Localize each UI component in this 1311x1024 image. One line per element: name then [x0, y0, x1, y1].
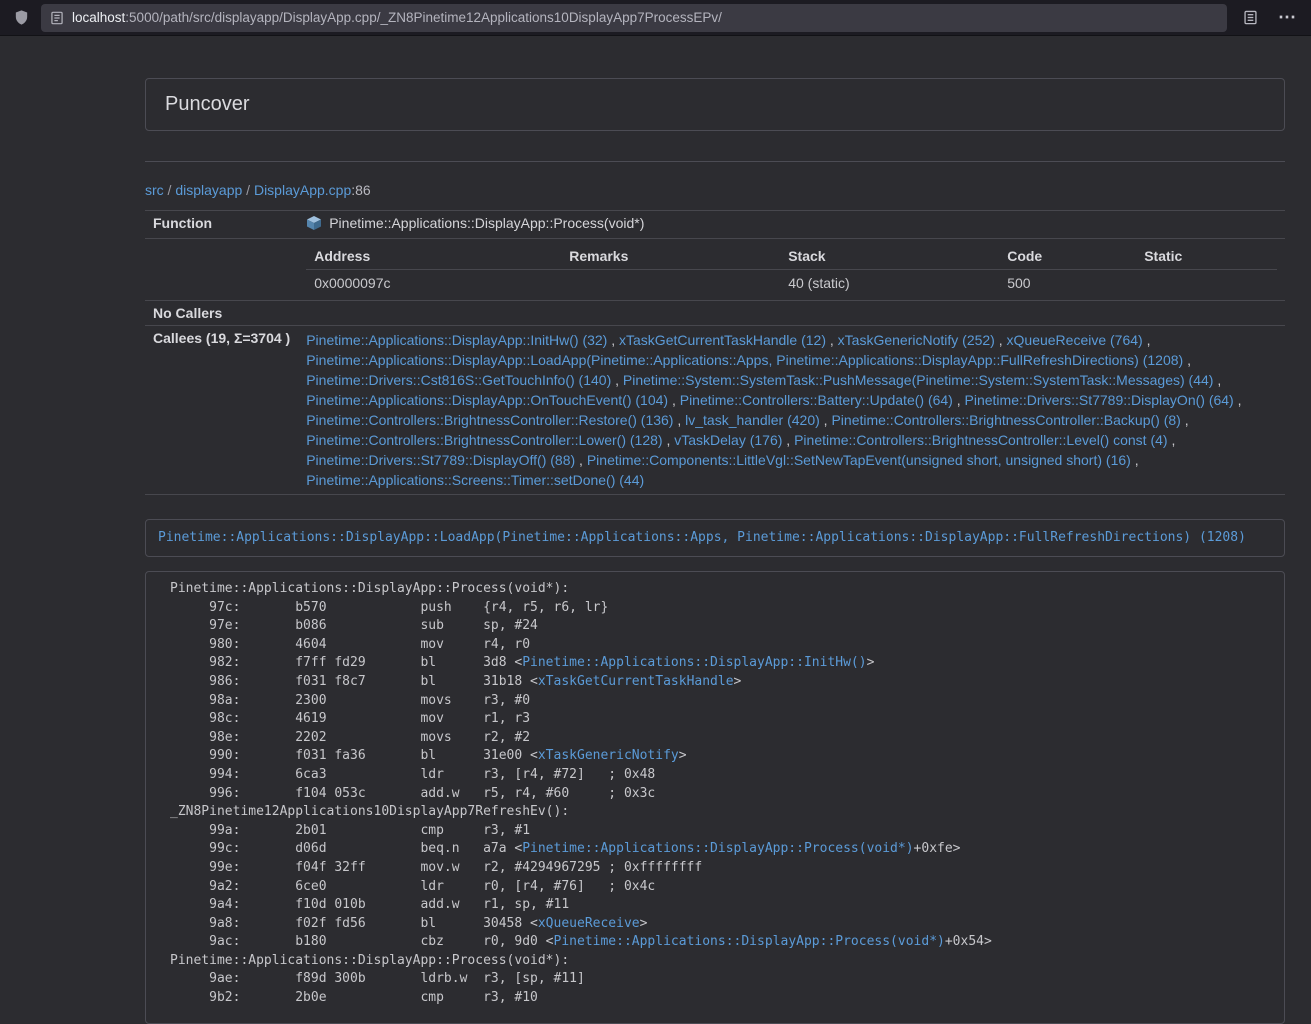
metrics-row: Address Remarks Stack Code Static 0x0000… — [145, 239, 1285, 301]
disassembly-panel: Pinetime::Applications::DisplayApp::Proc… — [145, 571, 1285, 1024]
source-line-number: :86 — [351, 182, 370, 198]
callee-link[interactable]: Pinetime::Applications::DisplayApp::Init… — [306, 332, 607, 348]
assembly-code: Pinetime::Applications::DisplayApp::Proc… — [170, 580, 1260, 1008]
no-callers-cell — [298, 301, 1285, 326]
symbol-table: Function Pinetime::Applications::Display… — [145, 210, 1285, 495]
column-stack: Stack — [780, 243, 999, 270]
column-remarks: Remarks — [561, 243, 780, 270]
breadcrumb-separator: / — [164, 182, 176, 198]
metrics-header-row: Address Remarks Stack Code Static — [306, 243, 1277, 270]
metrics-table: Address Remarks Stack Code Static 0x0000… — [306, 243, 1277, 296]
no-callers-row: No Callers — [145, 301, 1285, 326]
callee-link[interactable]: Pinetime::Drivers::St7789::DisplayOn() (… — [965, 392, 1234, 408]
function-type-icon — [306, 215, 322, 234]
callee-link[interactable]: Pinetime::Applications::DisplayApp::Load… — [306, 352, 1183, 368]
symbol-link[interactable]: Pinetime::Applications::DisplayApp::Proc… — [522, 841, 913, 856]
page-info-icon[interactable] — [50, 11, 64, 25]
function-label: Function — [145, 211, 298, 239]
column-address: Address — [306, 243, 561, 270]
callee-link[interactable]: Pinetime::Controllers::Battery::Update()… — [680, 392, 953, 408]
reader-view-icon[interactable] — [1236, 5, 1264, 31]
main-content: Puncover src / displayapp / DisplayApp.c… — [145, 78, 1285, 1024]
app-header-panel: Puncover — [145, 78, 1285, 131]
callee-link[interactable]: vTaskDelay (176) — [674, 432, 782, 448]
callee-link[interactable]: Pinetime::Applications::DisplayApp::OnTo… — [306, 392, 668, 408]
callee-link[interactable]: Pinetime::Controllers::BrightnessControl… — [831, 412, 1180, 428]
no-callers-label: No Callers — [145, 301, 298, 326]
callee-link[interactable]: Pinetime::Controllers::BrightnessControl… — [306, 432, 662, 448]
callee-link[interactable]: xTaskGetCurrentTaskHandle (12) — [619, 332, 826, 348]
url-bar[interactable]: localhost:5000/path/src/displayapp/Displ… — [41, 4, 1227, 32]
static-value — [1136, 270, 1277, 297]
browser-toolbar: localhost:5000/path/src/displayapp/Displ… — [0, 0, 1311, 36]
function-row: Function Pinetime::Applications::Display… — [145, 211, 1285, 239]
more-menu-icon[interactable]: ⋯ — [1273, 5, 1301, 31]
breadcrumb-link[interactable]: DisplayApp.cpp — [254, 182, 351, 198]
symbol-link[interactable]: Pinetime::Applications::DisplayApp::Proc… — [554, 934, 945, 949]
callee-link[interactable]: Pinetime::Drivers::Cst816S::GetTouchInfo… — [306, 372, 611, 388]
empty-label-cell — [145, 239, 298, 301]
symbol-link[interactable]: xQueueReceive — [538, 916, 640, 931]
callee-link[interactable]: xTaskGenericNotify (252) — [838, 332, 995, 348]
metrics-values-row: 0x0000097c 40 (static) 500 — [306, 270, 1277, 297]
breadcrumb-separator: / — [242, 182, 254, 198]
callee-link[interactable]: xQueueReceive (764) — [1007, 332, 1143, 348]
code-value: 500 — [999, 270, 1136, 297]
function-name-cell: Pinetime::Applications::DisplayApp::Proc… — [298, 211, 1285, 239]
function-name: Pinetime::Applications::DisplayApp::Proc… — [329, 215, 644, 231]
url-text: localhost:5000/path/src/displayapp/Displ… — [72, 10, 722, 25]
tracking-shield-icon[interactable] — [10, 7, 32, 29]
callee-link[interactable]: Pinetime::System::SystemTask::PushMessag… — [623, 372, 1214, 388]
code-header-link[interactable]: Pinetime::Applications::DisplayApp::Load… — [158, 530, 1246, 545]
remarks-value — [561, 270, 780, 297]
breadcrumb-link[interactable]: src — [145, 182, 164, 198]
callee-link[interactable]: lv_task_handler (420) — [685, 412, 820, 428]
callee-link[interactable]: Pinetime::Components::LittleVgl::SetNewT… — [587, 452, 1131, 468]
stack-value: 40 (static) — [780, 270, 999, 297]
callee-link[interactable]: Pinetime::Controllers::BrightnessControl… — [306, 412, 673, 428]
breadcrumb: src / displayapp / DisplayApp.cpp:86 — [145, 182, 1285, 198]
code-section-header: Pinetime::Applications::DisplayApp::Load… — [145, 519, 1285, 557]
callee-link[interactable]: Pinetime::Controllers::BrightnessControl… — [794, 432, 1167, 448]
column-code: Code — [999, 243, 1136, 270]
symbol-link[interactable]: Pinetime::Applications::DisplayApp::Init… — [522, 655, 866, 670]
callees-label: Callees (19, Σ=3704 ) — [145, 326, 298, 495]
url-path: :5000/path/src/displayapp/DisplayApp.cpp… — [125, 10, 722, 25]
app-title: Puncover — [165, 93, 1265, 116]
symbol-link[interactable]: xTaskGetCurrentTaskHandle — [538, 674, 734, 689]
callees-row: Callees (19, Σ=3704 ) Pinetime::Applicat… — [145, 326, 1285, 495]
callee-link[interactable]: Pinetime::Applications::Screens::Timer::… — [306, 472, 644, 488]
callee-link[interactable]: Pinetime::Drivers::St7789::DisplayOff() … — [306, 452, 575, 468]
breadcrumb-link[interactable]: displayapp — [175, 182, 242, 198]
address-value: 0x0000097c — [306, 270, 561, 297]
column-static: Static — [1136, 243, 1277, 270]
url-host: localhost — [72, 10, 125, 25]
callees-list: Pinetime::Applications::DisplayApp::Init… — [298, 326, 1285, 495]
divider — [145, 161, 1285, 162]
symbol-link[interactable]: xTaskGenericNotify — [538, 748, 679, 763]
metrics-cell: Address Remarks Stack Code Static 0x0000… — [298, 239, 1285, 301]
